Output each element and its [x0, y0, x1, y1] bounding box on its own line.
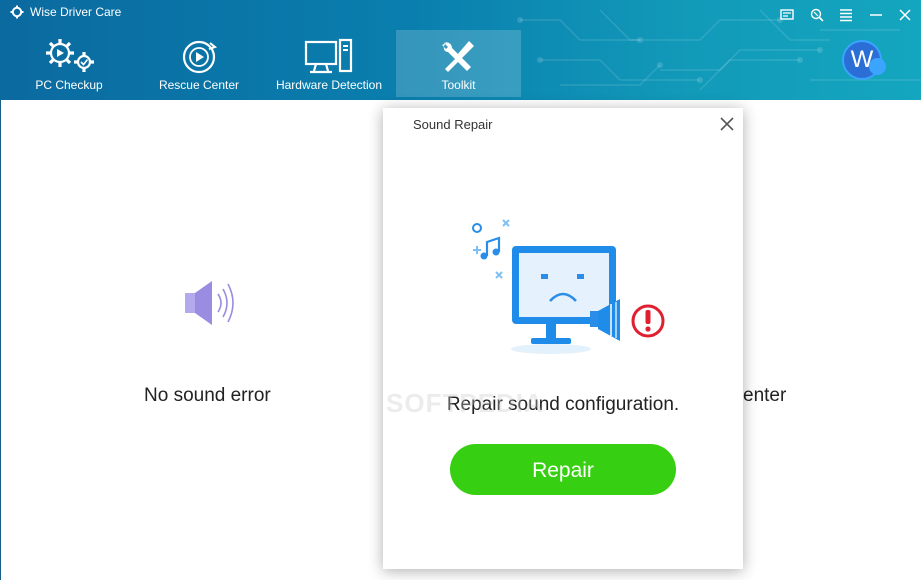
dialog-title: Sound Repair	[413, 117, 493, 132]
tab-pc-checkup[interactable]: PC Checkup	[10, 30, 128, 97]
no-sound-error-label[interactable]: No sound error	[144, 385, 271, 407]
tab-label: Toolkit	[441, 78, 476, 92]
tab-toolkit[interactable]: Toolkit	[396, 30, 521, 97]
title-bar: Wise Driver Care PC Checkup Rescue Cente…	[0, 0, 921, 100]
tab-label: Rescue Center	[158, 78, 240, 92]
sound-repair-dialog: Sound Repair Repair sound configuration.…	[383, 108, 743, 569]
toolkit-tools-icon	[441, 41, 474, 72]
app-title: Wise Driver Care	[30, 5, 122, 19]
pc-checkup-gears-icon	[46, 39, 94, 72]
speaker-icon[interactable]	[182, 278, 240, 328]
sad-monitor-speaker-warning-icon	[472, 219, 665, 354]
avatar-status-dot	[869, 58, 886, 75]
background-item-label-partial[interactable]: enter	[743, 385, 786, 407]
menu-icon[interactable]	[837, 6, 855, 24]
skin-icon[interactable]	[808, 6, 826, 24]
repair-button[interactable]: Repair	[450, 444, 676, 495]
tab-hardware-detection[interactable]: Hardware Detection	[270, 30, 388, 97]
tab-label: Hardware Detection	[275, 78, 383, 92]
watermark: SOFTPEDIA	[386, 388, 544, 418]
app-logo-icon	[10, 5, 24, 19]
hardware-monitor-tower-icon	[304, 38, 353, 74]
rescue-center-icon	[182, 40, 218, 74]
feedback-icon[interactable]	[778, 6, 796, 24]
minimize-icon[interactable]	[867, 6, 885, 24]
tab-rescue-center[interactable]: Rescue Center	[140, 30, 258, 97]
tab-label: PC Checkup	[35, 78, 103, 92]
window-left-border	[0, 100, 1, 580]
close-icon[interactable]	[719, 116, 735, 132]
close-window-icon[interactable]	[896, 6, 914, 24]
